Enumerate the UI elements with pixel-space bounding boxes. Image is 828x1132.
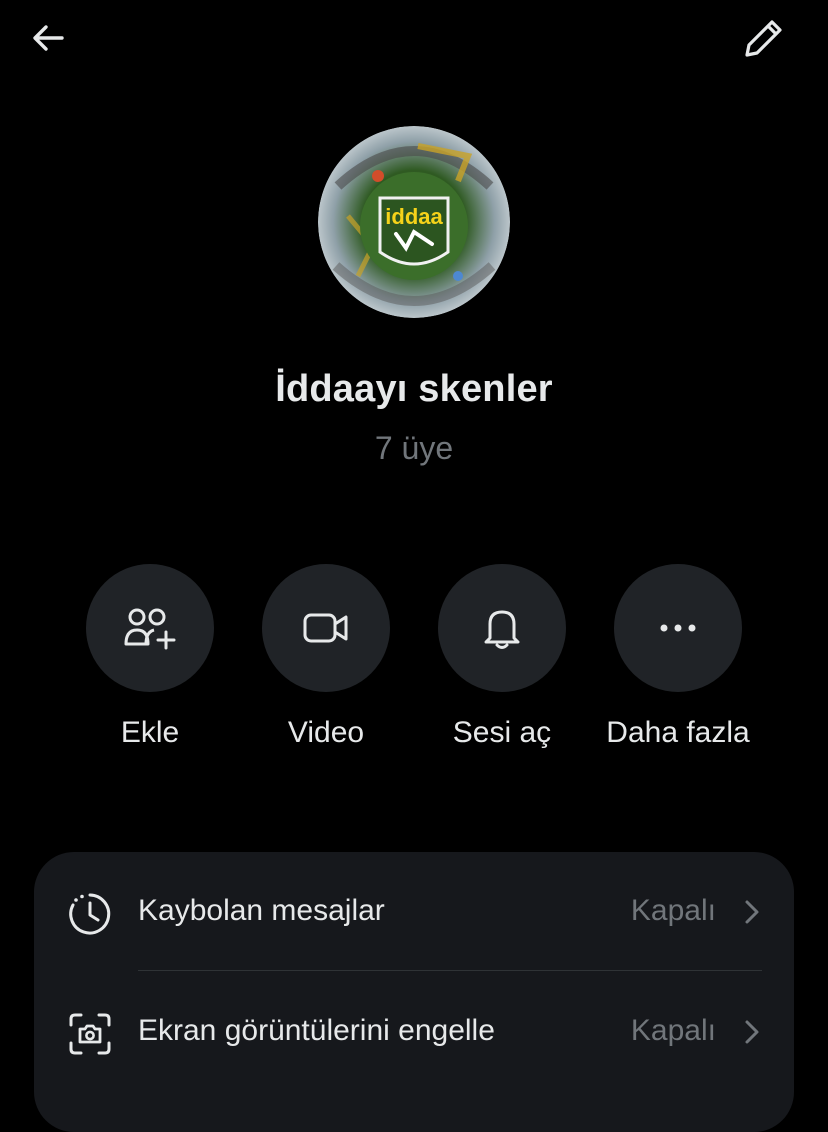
unmute-action[interactable]: Sesi aç xyxy=(412,564,592,750)
add-button[interactable] xyxy=(86,564,214,692)
chevron-right-icon xyxy=(740,898,764,926)
screenshot-camera-icon xyxy=(66,1010,114,1058)
arrow-left-icon xyxy=(28,18,68,58)
block-screenshots-row[interactable]: Ekran görüntülerini engelle Kapalı xyxy=(34,972,794,1090)
more-action[interactable]: Daha fazla xyxy=(588,564,768,750)
more-button[interactable] xyxy=(614,564,742,692)
group-name: İddaayı skenler xyxy=(0,368,828,411)
settings-card: Kaybolan mesajlar Kapalı Ekran görüntüle… xyxy=(34,852,794,1132)
add-people-icon xyxy=(124,606,176,650)
video-label: Video xyxy=(236,716,416,750)
bell-icon xyxy=(482,606,522,650)
disappearing-messages-row[interactable]: Kaybolan mesajlar Kapalı xyxy=(34,852,794,970)
add-action[interactable]: Ekle xyxy=(60,564,240,750)
chevron-right-icon xyxy=(740,1018,764,1046)
video-camera-icon xyxy=(302,610,350,646)
unmute-button[interactable] xyxy=(438,564,566,692)
video-button[interactable] xyxy=(262,564,390,692)
more-dots-icon xyxy=(658,622,698,634)
timer-icon xyxy=(66,890,114,938)
video-action[interactable]: Video xyxy=(236,564,416,750)
pencil-icon xyxy=(742,16,786,60)
disappearing-messages-value: Kapalı xyxy=(631,894,716,928)
edit-button[interactable] xyxy=(736,10,792,66)
top-bar xyxy=(0,0,828,80)
back-button[interactable] xyxy=(22,12,74,64)
disappearing-messages-label: Kaybolan mesajlar xyxy=(138,894,385,928)
avatar-logo-text: iddaa xyxy=(385,204,443,229)
member-count[interactable]: 7 üye xyxy=(0,430,828,467)
quick-actions: Ekle Video Sesi aç Daha fazla xyxy=(0,564,828,764)
more-label: Daha fazla xyxy=(588,716,768,750)
block-screenshots-value: Kapalı xyxy=(631,1014,716,1048)
group-avatar[interactable]: iddaa xyxy=(318,126,510,318)
add-label: Ekle xyxy=(60,716,240,750)
row-divider xyxy=(138,970,762,971)
unmute-label: Sesi aç xyxy=(412,716,592,750)
avatar-image: iddaa xyxy=(318,126,510,318)
block-screenshots-label: Ekran görüntülerini engelle xyxy=(138,1014,495,1048)
